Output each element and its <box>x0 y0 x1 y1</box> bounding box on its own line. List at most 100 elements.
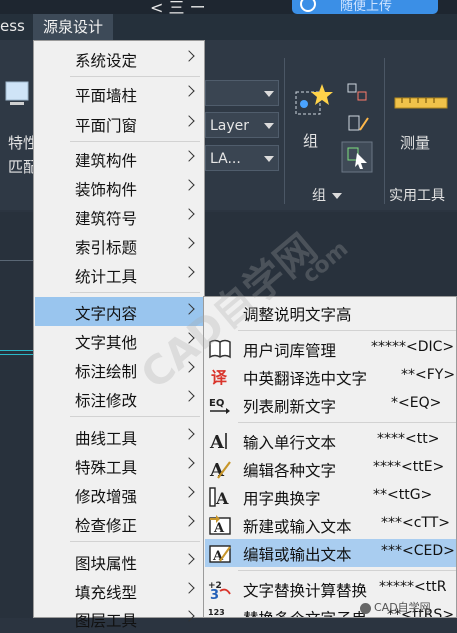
menu-item-label: 装饰构件 <box>75 181 138 199</box>
menu-item-tucenggongju[interactable]: 图层工具 <box>35 604 203 633</box>
menu-separator <box>238 422 456 423</box>
combo-layer[interactable]: Layer <box>205 112 279 138</box>
chevron-right-icon <box>183 428 195 440</box>
submenu-item-tiaozhengshuomingwenzigao[interactable]: 调整说明文字高 <box>205 299 456 327</box>
menu-bar-item-ess[interactable]: ess <box>0 17 25 35</box>
menu-item-label: 索引标题 <box>75 239 138 257</box>
menu-item-wenzineirong[interactable]: 文字内容 <box>35 297 203 326</box>
submenu-item-xinjianhuoshuruwenben[interactable]: A 新建或输入文本 ***<cTT> <box>205 511 456 539</box>
svg-text:译: 译 <box>211 368 228 387</box>
chevron-right-icon <box>183 553 195 565</box>
submenu-item-label: 文字替换计算替换 <box>243 582 368 600</box>
submenu-item-label: 编辑或输出文本 <box>243 546 352 564</box>
submenu-item-yonghucikuguanli[interactable]: 用户词库管理 *****<DIC> <box>205 335 456 363</box>
menu-item-tongjigongju[interactable]: 统计工具 <box>35 260 203 289</box>
menu-item-label: 图层工具 <box>75 612 138 630</box>
list-refresh-icon: EQ <box>209 398 230 414</box>
panel-tab-shiyong[interactable]: 实用工具 <box>389 184 445 208</box>
menu-item-label: 修改增强 <box>75 488 138 506</box>
svg-text:EQ: EQ <box>209 398 224 409</box>
menu-item-jianzhugoujian[interactable]: 建筑构件 <box>35 144 203 173</box>
multi-replace-icon: 123 <box>208 608 225 617</box>
menu-bar-item-yuanquan[interactable]: 源泉设计 <box>33 14 113 40</box>
submenu-item-wenzitihuanjisuantihuan[interactable]: +2 3 文字替换计算替换 *****<ttR <box>205 575 456 603</box>
combo-la-value: LA... <box>210 151 241 167</box>
menu-item-wenziqita[interactable]: 文字其他 <box>35 326 203 355</box>
panel-tab-zu[interactable]: 组 <box>312 184 342 208</box>
chevron-down-icon <box>332 193 342 199</box>
combo-layer-value: Layer <box>210 118 250 134</box>
source-badge: CAD自学网 <box>360 600 456 616</box>
menu-item-label: 文字内容 <box>75 305 138 323</box>
submenu-item-shortcut: **<FY> <box>401 367 456 383</box>
cloud-upload-label: 随便上传 <box>340 0 393 14</box>
submenu-item-shortcut: *****<DIC> <box>371 339 455 355</box>
yuanquan-dropdown-menu: 系统设定 平面墙柱 平面门窗 建筑构件 装饰构件 建筑符号 索引标题 统计工具 … <box>33 40 205 630</box>
menu-item-xiugaizengqiang[interactable]: 修改增强 <box>35 480 203 509</box>
menu-item-label: 曲线工具 <box>75 430 138 448</box>
menu-item-label: 标注绘制 <box>75 363 138 381</box>
menu-item-xitongsheding[interactable]: 系统设定 <box>35 44 203 73</box>
panel-tab-zu-label: 组 <box>312 188 326 204</box>
menu-item-jianchaxiuzheng[interactable]: 检查修正 <box>35 509 203 538</box>
chevron-right-icon <box>183 390 195 402</box>
menu-item-biaozhuhuizhi[interactable]: 标注绘制 <box>35 355 203 384</box>
book-icon <box>209 339 231 359</box>
submenu-item-zhongyingfanyi[interactable]: 译 中英翻译选中文字 **<FY> <box>205 363 456 391</box>
combo-la[interactable]: LA... <box>205 145 279 171</box>
submenu-item-label: 输入单行文本 <box>243 434 337 452</box>
menu-item-label: 统计工具 <box>75 268 138 286</box>
submenu-item-bianjigezhongwenzi[interactable]: A 编辑各种文字 ****<ttE> <box>205 455 456 483</box>
group-icon[interactable] <box>292 80 336 120</box>
menu-separator <box>70 141 200 142</box>
cloud-upload-button[interactable]: 随便上传 <box>292 0 438 14</box>
submenu-item-shortcut: ****<ttE> <box>373 459 445 475</box>
edit-text-icon: A <box>209 460 231 480</box>
measure-ruler-icon[interactable] <box>394 94 450 112</box>
submenu-item-shortcut: ***<CED> <box>381 543 455 559</box>
menu-item-teshugongju[interactable]: 特殊工具 <box>35 451 203 480</box>
submenu-item-yongzidianhuanzi[interactable]: A 用字典换字 **<ttG> <box>205 483 456 511</box>
menu-item-jianzhufuhao[interactable]: 建筑符号 <box>35 202 203 231</box>
submenu-item-shortcut: ***<cTT> <box>381 515 451 531</box>
chevron-right-icon <box>183 266 195 278</box>
cloud-icon <box>300 0 316 12</box>
ribbon-label-celiang: 测量 <box>400 134 431 152</box>
menu-item-label: 系统设定 <box>75 52 138 70</box>
chevron-right-icon <box>183 208 195 220</box>
match-properties-icon[interactable] <box>4 80 34 110</box>
menu-item-pingmianqiangzhu[interactable]: 平面墙柱 <box>35 79 203 108</box>
chevron-down-icon <box>264 156 274 162</box>
chevron-right-icon <box>183 582 195 594</box>
menu-item-label: 检查修正 <box>75 517 138 535</box>
group-select-icon[interactable] <box>341 141 373 173</box>
chevron-right-icon <box>183 50 195 62</box>
submenu-item-bianjihuoshuchuwenben[interactable]: A 编辑或输出文本 ***<CED> <box>205 539 456 567</box>
new-text-icon: A <box>209 515 231 536</box>
chevron-right-icon <box>183 361 195 373</box>
combo-top[interactable] <box>205 80 279 106</box>
menu-item-label: 建筑符号 <box>75 210 138 228</box>
menu-item-tukuaishuxing[interactable]: 图块属性 <box>35 547 203 576</box>
title-bar: < 三 ー 随便上传 <box>0 0 457 17</box>
menu-item-tianchongxianxing[interactable]: 填充线型 <box>35 576 203 605</box>
menu-separator <box>70 416 200 417</box>
chevron-right-icon <box>183 303 195 315</box>
submenu-item-liebiaoshuaxin[interactable]: EQ 列表刷新文字 *<EQ> <box>205 391 456 419</box>
source-badge-label: CAD自学网 <box>374 601 431 614</box>
ribbon-label-zu: 组 <box>303 132 319 150</box>
panel-tab-shiyong-label: 实用工具 <box>389 188 445 204</box>
menu-item-suoyinbiaoti[interactable]: 索引标题 <box>35 231 203 260</box>
menu-item-zhuangshigoujian[interactable]: 装饰构件 <box>35 173 203 202</box>
chevron-right-icon <box>183 515 195 527</box>
submenu-item-shurudanhangwenben[interactable]: A 输入单行文本 ****<tt> <box>205 427 456 455</box>
menu-item-label: 文字其他 <box>75 334 138 352</box>
group-edit-icon[interactable] <box>346 112 370 134</box>
menu-item-pingmianmenchuang[interactable]: 平面门窗 <box>35 109 203 138</box>
menu-item-biaozhuxiugai[interactable]: 标注修改 <box>35 384 203 413</box>
ungroup-icon[interactable] <box>346 82 370 104</box>
menu-item-label: 图块属性 <box>75 555 138 573</box>
menu-item-quxiangongju[interactable]: 曲线工具 <box>35 422 203 451</box>
svg-text:A: A <box>209 460 225 480</box>
menu-separator <box>70 76 200 77</box>
